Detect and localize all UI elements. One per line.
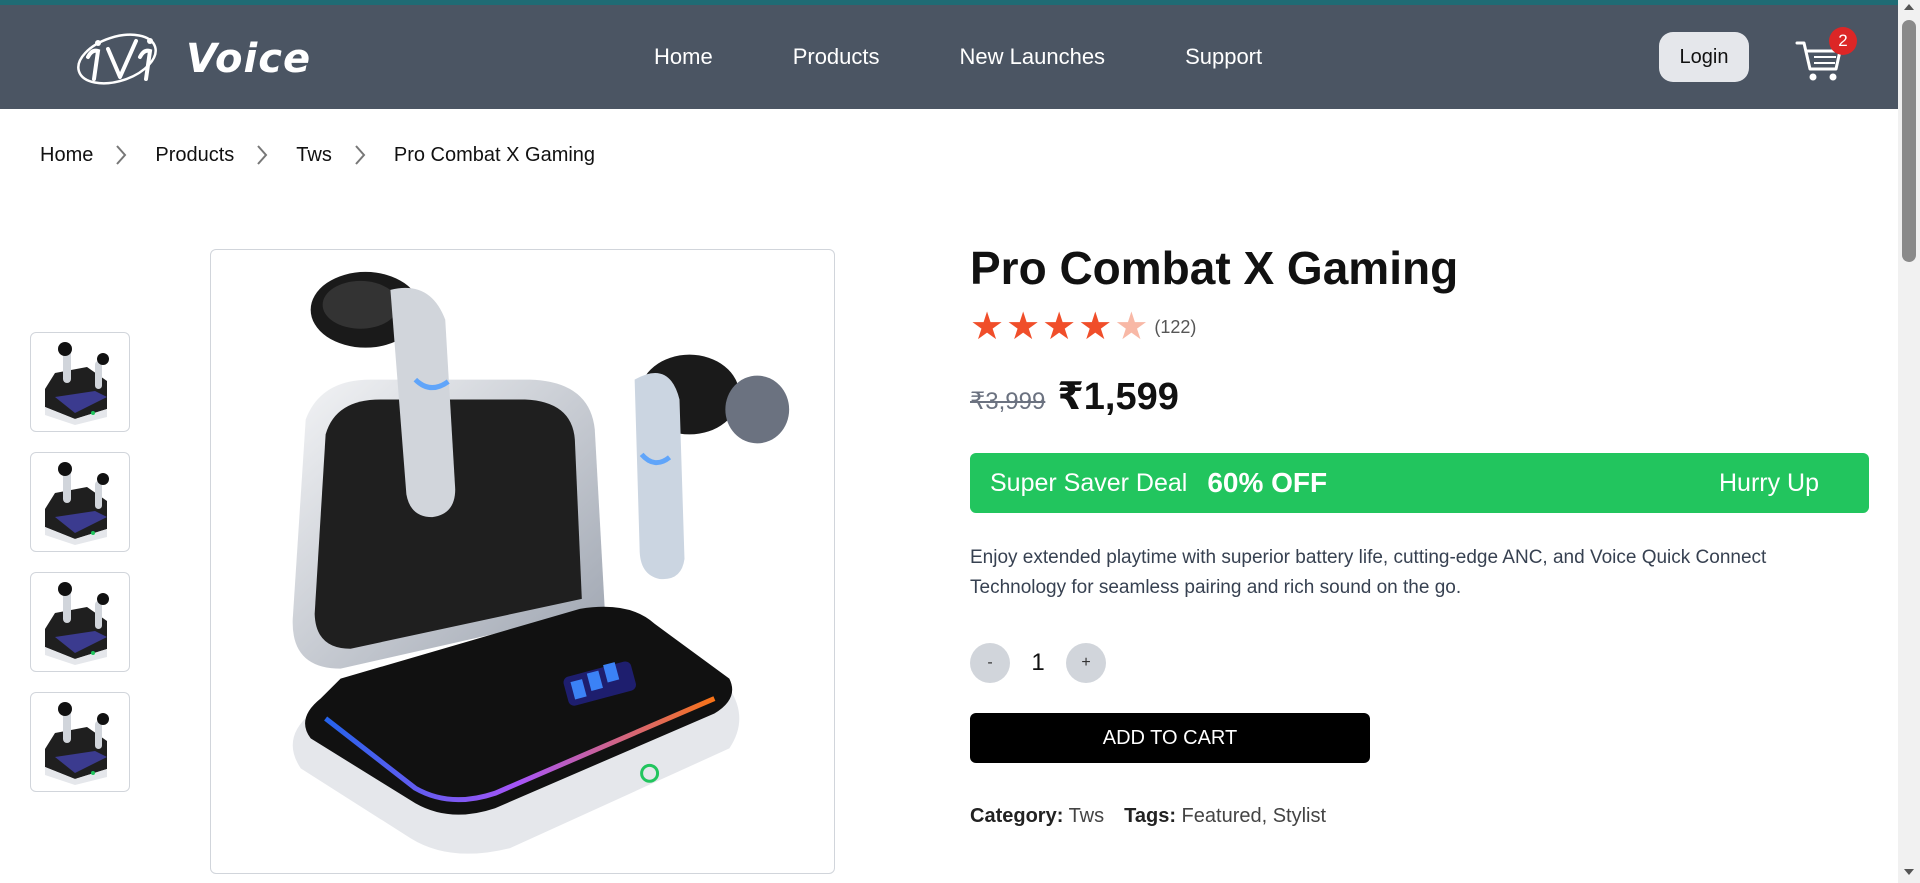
product-main-image[interactable] xyxy=(210,249,835,874)
brand-name: Voice xyxy=(186,36,312,82)
cart-count-badge: 2 xyxy=(1829,27,1857,55)
increment-button[interactable]: + xyxy=(1066,643,1106,683)
product-description: Enjoy extended playtime with superior ba… xyxy=(970,547,1767,598)
star-filled-icon: ★ xyxy=(1042,306,1077,348)
star-filled-icon: ★ xyxy=(1006,306,1041,348)
login-button[interactable]: Login xyxy=(1659,32,1749,82)
product-rating[interactable]: ★ ★ ★ ★ ★ (122) xyxy=(970,308,1870,346)
chevron-right-icon xyxy=(256,144,268,166)
deal-banner: Super Saver Deal 60% OFF Hurry Up xyxy=(970,453,1869,513)
nav-new-launches[interactable]: New Launches xyxy=(960,44,1106,70)
category-label: Category: xyxy=(970,805,1064,827)
voice-logo-icon xyxy=(77,33,157,85)
rating-count: (122) xyxy=(1154,316,1197,337)
earbuds-thumbnail-image xyxy=(45,342,109,425)
product-thumbnail[interactable] xyxy=(30,692,130,792)
tags-label: Tags: xyxy=(1124,805,1176,827)
nav-support[interactable]: Support xyxy=(1185,44,1262,70)
earbuds-thumbnail-image xyxy=(45,582,109,665)
deal-label: Super Saver Deal xyxy=(990,468,1188,497)
product-thumbnail[interactable] xyxy=(30,332,130,432)
product-thumbnail[interactable] xyxy=(30,452,130,552)
breadcrumb-tws[interactable]: Tws xyxy=(296,144,332,167)
deal-discount: 60% OFF xyxy=(1207,467,1328,498)
brand-logo[interactable]: Voice xyxy=(74,27,311,91)
main-nav: Home Products New Launches Support xyxy=(654,5,1342,109)
breadcrumb-home[interactable]: Home xyxy=(40,144,93,167)
breadcrumb-current: Pro Combat X Gaming xyxy=(393,143,596,166)
product-title: Pro Combat X Gaming xyxy=(970,242,1459,294)
price-block: ₹3,999 ₹1,599 xyxy=(970,374,1870,419)
nav-products[interactable]: Products xyxy=(793,44,880,70)
category-link[interactable]: Tws xyxy=(1069,805,1105,827)
sale-price: ₹1,599 xyxy=(1057,376,1179,418)
earbuds-thumbnail-image xyxy=(45,462,109,545)
product-thumbnail[interactable] xyxy=(30,572,130,672)
breadcrumb: Home Products Tws Pro Combat X Gaming xyxy=(40,140,595,170)
star-filled-icon: ★ xyxy=(1078,306,1113,348)
star-filled-icon: ★ xyxy=(970,306,1005,348)
category-group: Category: Tws xyxy=(970,805,1104,828)
chevron-right-icon xyxy=(354,144,366,166)
decrement-button[interactable]: - xyxy=(970,643,1010,683)
deal-urgency: Hurry Up xyxy=(1718,468,1819,497)
add-to-cart-button[interactable]: ADD TO CART xyxy=(970,713,1370,763)
product-meta: Category: Tws Tags: Featured, Stylist xyxy=(970,805,1870,828)
thumbnail-list xyxy=(30,332,130,812)
scroll-up-arrow-icon[interactable] xyxy=(1904,4,1914,10)
earbuds-thumbnail-image xyxy=(45,702,109,785)
tags-group: Tags: Featured, Stylist xyxy=(1124,805,1326,828)
breadcrumb-products[interactable]: Products xyxy=(155,144,234,167)
product-info: Pro Combat X Gaming ★ ★ ★ ★ ★ (122) ₹3,9… xyxy=(970,240,1870,828)
scroll-down-arrow-icon[interactable] xyxy=(1904,869,1914,875)
quantity-value: 1 xyxy=(1031,649,1045,676)
star-empty-icon: ★ xyxy=(1114,306,1149,348)
original-price: ₹3,999 xyxy=(970,388,1046,415)
nav-home[interactable]: Home xyxy=(654,44,713,70)
tags-link[interactable]: Featured, Stylist xyxy=(1182,805,1327,827)
site-header: Voice Home Products New Launches Support… xyxy=(0,5,1898,109)
earbuds-case-image xyxy=(292,271,790,854)
page-scrollbar[interactable] xyxy=(1898,0,1920,883)
quantity-stepper: - 1 + xyxy=(970,643,1870,683)
scroll-thumb[interactable] xyxy=(1902,20,1916,262)
chevron-right-icon xyxy=(115,144,127,166)
